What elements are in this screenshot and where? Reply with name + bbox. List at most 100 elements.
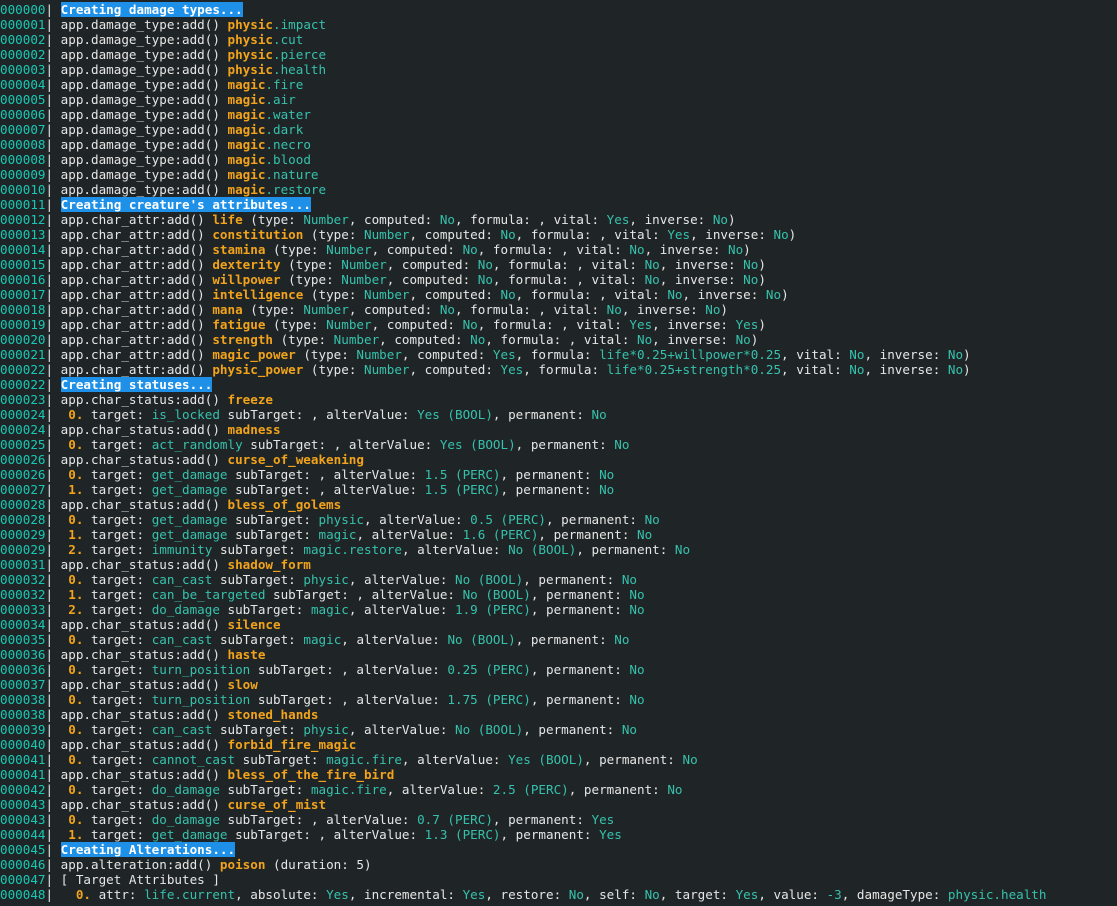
code-text: , inverse: [690, 227, 774, 242]
status-name: silence [227, 617, 281, 632]
code-value: No [629, 587, 645, 602]
line-separator: | [45, 887, 61, 902]
terminal-line: 000027| 1. target: get_damage subTarget:… [0, 482, 1117, 497]
code-value: 1.75 (PERC) [447, 692, 531, 707]
code-value: can_cast [151, 572, 213, 587]
code-text: app.damage_type:add() [60, 32, 228, 47]
line-separator: | [45, 47, 61, 62]
line-number: 000029 [0, 527, 46, 542]
line-number: 000003 [0, 62, 46, 77]
code-text: app.char_attr:add() [60, 302, 213, 317]
code-text: app.char_status:add() [60, 452, 228, 467]
code-text: target: [83, 602, 152, 617]
code-text: . [272, 62, 281, 77]
code-text: , permanent: [546, 512, 645, 527]
line-separator: | [45, 407, 61, 422]
code-text: , damageType: [841, 887, 948, 902]
code-value: Number [364, 362, 410, 377]
line-number: 000009 [0, 167, 46, 182]
code-value: 0.7 (PERC) [417, 812, 493, 827]
terminal-line: 000016| app.char_attr:add() willpower (t… [0, 272, 1117, 287]
code-text: , inverse: [864, 362, 948, 377]
attribute-name: physic_power [212, 362, 304, 377]
code-text: app.char_attr:add() [60, 362, 213, 377]
line-separator: | [45, 557, 61, 572]
code-text: , computed: [401, 347, 493, 362]
code-value: get_damage [151, 827, 228, 842]
code-text: subTarget: [250, 662, 342, 677]
terminal-line: 000040| app.char_status:add() forbid_fir… [0, 737, 1117, 752]
section-header: Creating statuses... [60, 377, 213, 392]
terminal-line: 000011| Creating creature's attributes..… [0, 197, 1117, 212]
code-text: , alterValue: [356, 527, 463, 542]
line-number: 000043 [0, 812, 46, 827]
code-text: (type: [303, 362, 364, 377]
line-number: 000042 [0, 782, 46, 797]
code-value: No [568, 887, 584, 902]
code-text: ) [364, 857, 372, 872]
line-separator: | [45, 437, 61, 452]
code-text: app.damage_type:add() [60, 77, 228, 92]
line-separator: | [45, 242, 61, 257]
line-separator: | [45, 767, 61, 782]
code-value: Yes [667, 227, 691, 242]
code-value: Number [341, 272, 387, 287]
terminal-line: 000018| app.char_attr:add() mana (type: … [0, 302, 1117, 317]
line-number: 000041 [0, 752, 46, 767]
line-separator: | [45, 362, 61, 377]
code-text: target: [83, 527, 152, 542]
code-value: life*0.25+strength*0.25 [606, 362, 782, 377]
damage-category: physic [227, 17, 273, 32]
code-text: , permanent: [500, 482, 600, 497]
line-separator: | [45, 527, 61, 542]
code-text: target: [83, 722, 152, 737]
damage-subtype: fire [273, 77, 304, 92]
code-value: No (BOOL) [447, 632, 516, 647]
code-text: , permanent: [492, 407, 592, 422]
terminal-line: 000012| app.char_attr:add() life (type: … [0, 212, 1117, 227]
code-value: life*0.25+willpower*0.25 [599, 347, 782, 362]
code-text: , inverse: [682, 287, 766, 302]
effect-index: 0. [68, 662, 84, 677]
code-text: , formula: [492, 257, 577, 272]
code-value: No [637, 332, 653, 347]
terminal-line: 000008| app.damage_type:add() magic.bloo… [0, 152, 1117, 167]
code-text: , formula: [515, 227, 600, 242]
code-text: , computed: [409, 227, 501, 242]
code-text: subTarget: [235, 752, 327, 767]
code-value: No [439, 212, 456, 227]
code-text: , permanent: [530, 662, 630, 677]
code-value: No [644, 272, 660, 287]
section-header: Creating Alterations... [60, 842, 236, 857]
code-text: target: [83, 692, 152, 707]
code-value: No [462, 242, 478, 257]
line-number: 000031 [0, 557, 46, 572]
terminal-line: 000010| app.damage_type:add() magic.rest… [0, 182, 1117, 197]
line-separator: | [45, 482, 61, 497]
code-text: (type: [265, 242, 327, 257]
code-text: app.char_status:add() [60, 422, 228, 437]
code-value: 0.5 (PERC) [470, 512, 546, 527]
code-text: (type: [295, 347, 357, 362]
code-value: get_damage [151, 467, 228, 482]
code-text: , formula: [492, 272, 577, 287]
line-number: 000043 [0, 797, 46, 812]
terminal-line: 000000| Creating damage types... [0, 2, 1117, 17]
code-text: ) [963, 362, 971, 377]
code-value: No [606, 302, 622, 317]
status-name: curse_of_mist [227, 797, 327, 812]
code-text: , permanent: [568, 782, 668, 797]
code-text: , alterValue: [348, 572, 456, 587]
line-separator: | [45, 272, 61, 287]
terminal-line: 000032| 1. target: can_be_targeted subTa… [0, 587, 1117, 602]
code-text: app.char_attr:add() [60, 272, 213, 287]
line-separator: | [45, 812, 61, 827]
line-number: 000028 [0, 497, 46, 512]
attribute-name: life [212, 212, 243, 227]
code-text: (type: [280, 257, 342, 272]
code-value: No [644, 257, 660, 272]
terminal-line: 000021| app.char_attr:add() magic_power … [0, 347, 1117, 362]
code-value: can_be_targeted [151, 587, 266, 602]
code-value: immunity [151, 542, 213, 557]
